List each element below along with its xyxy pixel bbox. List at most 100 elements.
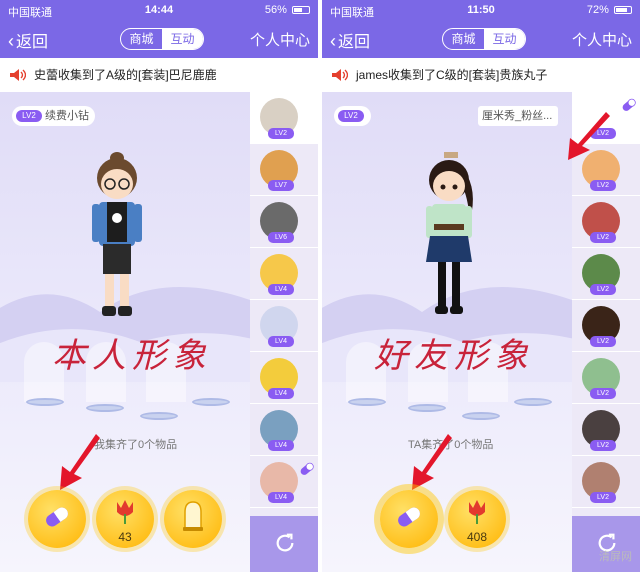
tab-interact[interactable]: 互动	[484, 29, 525, 49]
capsule-button[interactable]	[28, 490, 86, 548]
battery-icon	[292, 6, 310, 15]
tulip-icon	[469, 500, 485, 524]
speaker-icon	[10, 69, 26, 81]
flower-button[interactable]: 43	[96, 490, 154, 548]
nav-bar: ‹ 返回 商城 互动 个人中心	[322, 20, 640, 58]
item-pedestal[interactable]	[140, 412, 178, 420]
back-label: 返回	[338, 34, 371, 51]
battery-indicator: 72%	[587, 4, 632, 16]
status-bar: 中国联通 11:50 72%	[322, 0, 640, 20]
friend-level-badge: LV4	[268, 388, 294, 399]
item-pedestal[interactable]	[348, 398, 386, 406]
friend-list-item[interactable]: LV2	[572, 352, 640, 404]
friend-list-item[interactable]: LV4	[250, 300, 318, 352]
friend-list: LV2 LV2 LV2 LV2 LV2 LV2 LV2 LV2	[572, 92, 640, 572]
segmented-control: 商城 互动	[442, 28, 526, 50]
friend-level-badge: LV2	[268, 128, 294, 139]
pill-icon	[398, 507, 420, 527]
friend-list-item[interactable]: LV2	[572, 456, 640, 508]
back-label: 返回	[16, 34, 49, 51]
status-bar: 中国联通 14:44 56%	[0, 0, 318, 20]
friend-list-item[interactable]: LV4	[250, 404, 318, 456]
friend-avatar[interactable]	[414, 150, 484, 330]
friend-list-item[interactable]: LV6	[250, 196, 318, 248]
friend-level-badge: LV4	[268, 284, 294, 295]
friend-level-badge: LV2	[590, 440, 616, 451]
friend-level-badge: LV2	[590, 232, 616, 243]
friend-avatar-screen: 中国联通 11:50 72% ‹ 返回 商城 互动 个人中心 james收集到了C…	[322, 0, 640, 572]
friend-list: LV2 LV7 LV6 LV4 LV4 LV4 LV4 LV4	[250, 92, 318, 572]
battery-percent: 72%	[586, 4, 609, 16]
item-pedestal[interactable]	[192, 398, 230, 406]
friend-level-badge: LV7	[268, 180, 294, 191]
friend-list-item[interactable]: LV4	[250, 248, 318, 300]
self-avatar[interactable]	[82, 148, 152, 328]
flower-button[interactable]: 408	[448, 490, 506, 548]
collection-button[interactable]	[164, 490, 222, 548]
refresh-icon	[276, 533, 294, 552]
friend-level-badge: LV2	[590, 492, 616, 503]
back-button[interactable]: ‹ 返回	[330, 28, 370, 52]
speaker-icon	[332, 69, 348, 81]
level-badge: LV2	[338, 110, 364, 123]
friend-level-badge: LV6	[268, 232, 294, 243]
profile-center-button[interactable]: 个人中心	[572, 29, 632, 50]
pointer-arrow	[60, 434, 100, 490]
tab-mall[interactable]: 商城	[121, 29, 162, 49]
self-avatar-caption: 本人形象	[52, 336, 212, 376]
item-pedestal[interactable]	[462, 412, 500, 420]
ticker-text: james收集到了C级的[套装]贵族丸子	[356, 68, 548, 82]
friend-list-item[interactable]: LV2	[572, 300, 640, 352]
tab-interact[interactable]: 互动	[162, 29, 203, 49]
collected-count: 我集齐了0个物品	[94, 439, 178, 451]
pointer-arrow	[412, 434, 452, 490]
friend-list-item[interactable]: LV2	[572, 196, 640, 248]
ticker-text: 史蕾收集到了A级的[套装]巴尼鹿鹿	[34, 68, 217, 82]
friend-level-badge: LV4	[268, 440, 294, 451]
item-pedestal[interactable]	[514, 398, 552, 406]
friend-level-badge: LV2	[590, 336, 616, 347]
profile-center-button[interactable]: 个人中心	[250, 29, 310, 50]
capsule-button[interactable]	[380, 490, 438, 548]
pointer-arrow	[568, 112, 610, 160]
friend-list-item[interactable]: LV2	[572, 248, 640, 300]
bell-jar-icon	[183, 501, 203, 531]
friend-level-badge: LV2	[590, 388, 616, 399]
chevron-left-icon: ‹	[8, 31, 14, 51]
back-button[interactable]: ‹ 返回	[8, 28, 48, 52]
chevron-left-icon: ‹	[330, 31, 336, 51]
friend-list-item[interactable]: LV4	[250, 456, 318, 508]
announcement-ticker: james收集到了C级的[套装]贵族丸子	[322, 58, 640, 92]
friend-level-badge: LV2	[590, 284, 616, 295]
item-pedestal[interactable]	[408, 404, 446, 412]
friend-list-item[interactable]: LV4	[250, 352, 318, 404]
pill-icon	[300, 462, 314, 475]
friend-list-item[interactable]: LV7	[250, 144, 318, 196]
renew-tag-label: 续费小钻	[45, 110, 89, 122]
friend-level-badge: LV4	[268, 492, 294, 503]
pill-icon	[46, 507, 68, 527]
level-tag: LV2	[334, 106, 371, 126]
tab-mall[interactable]: 商城	[443, 29, 484, 49]
tulip-icon	[117, 500, 133, 524]
watermark: 清屏网	[599, 551, 632, 563]
level-badge: LV2	[16, 110, 42, 123]
item-pedestal[interactable]	[86, 404, 124, 412]
friend-level-badge: LV4	[268, 336, 294, 347]
flower-count: 43	[118, 530, 132, 544]
battery-percent: 56%	[264, 4, 287, 16]
friend-list-item[interactable]: LV2	[572, 404, 640, 456]
item-pedestal[interactable]	[26, 398, 64, 406]
friend-name-tag: 厘米秀_粉丝...	[478, 106, 559, 126]
friend-list-item[interactable]: LV2	[250, 92, 318, 144]
battery-indicator: 56%	[265, 4, 310, 16]
friend-avatar-caption: 好友形象	[374, 336, 534, 376]
avatar-stage: LV2 厘米秀_粉丝... 好友形象 TA集齐了0个物品	[322, 92, 572, 572]
refresh-button[interactable]	[250, 516, 318, 572]
nav-bar: ‹ 返回 商城 互动 个人中心	[0, 20, 318, 58]
friend-level-badge: LV2	[590, 180, 616, 191]
renew-tag[interactable]: LV2 续费小钻	[12, 106, 95, 126]
pill-icon	[622, 98, 636, 111]
flower-count: 408	[466, 530, 488, 544]
announcement-ticker: 史蕾收集到了A级的[套装]巴尼鹿鹿	[0, 58, 318, 92]
